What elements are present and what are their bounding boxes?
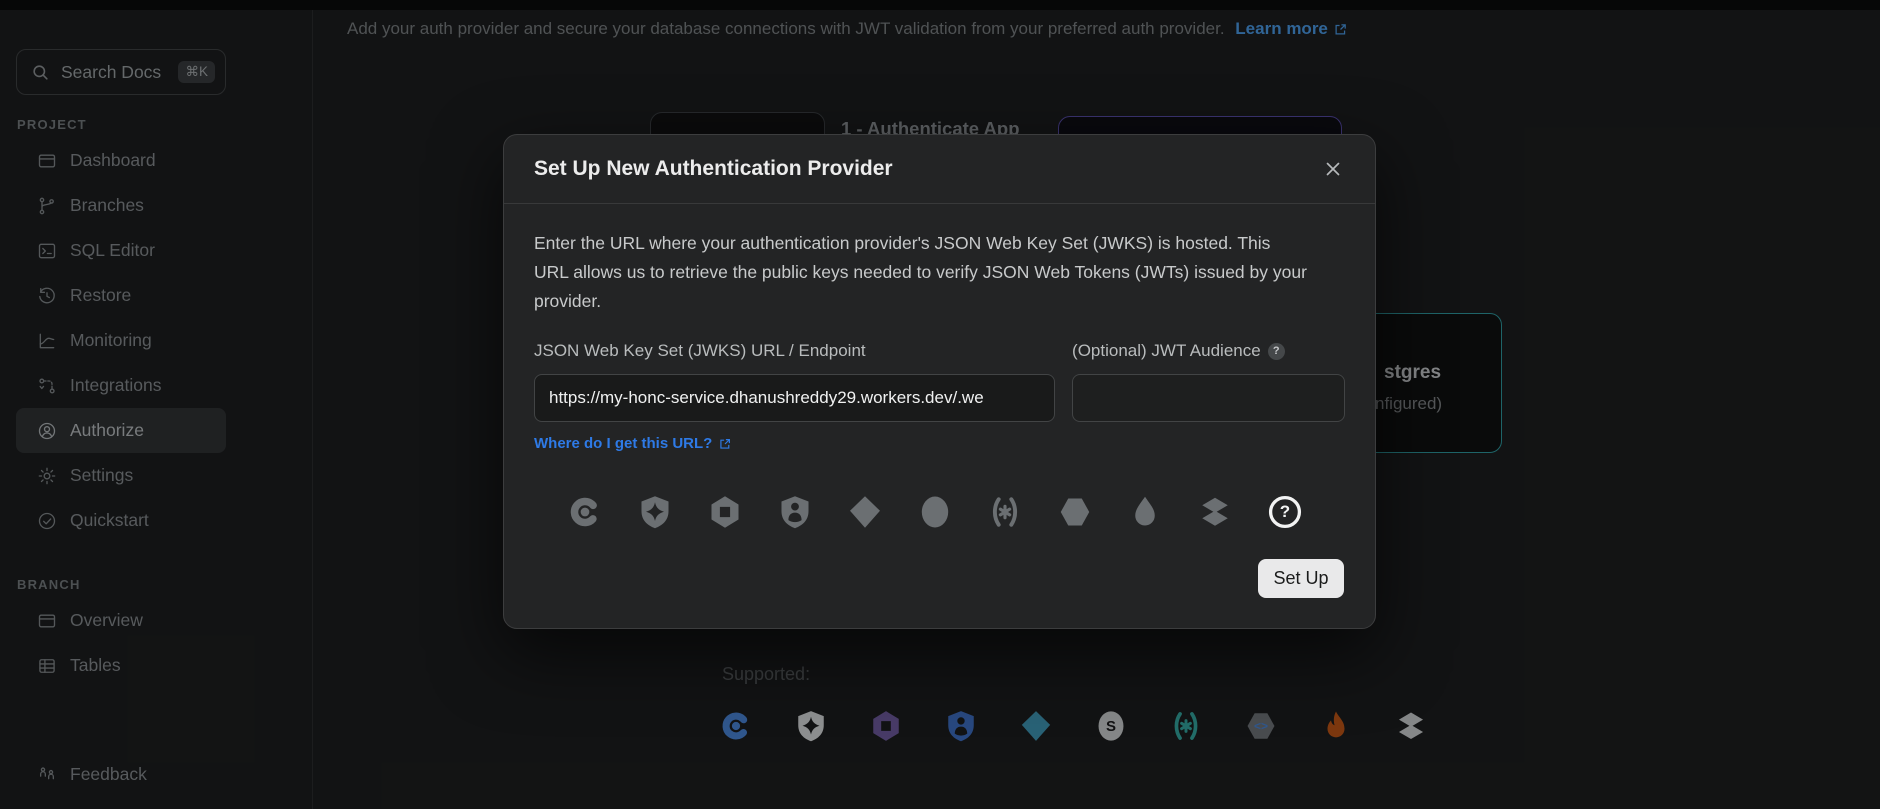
close-icon[interactable] [1321, 157, 1345, 181]
setup-auth-provider-modal: Set Up New Authentication Provider Enter… [503, 134, 1376, 629]
form-row: JSON Web Key Set (JWKS) URL / Endpoint (… [534, 341, 1345, 422]
provider-brackets-asterisk-icon[interactable] [987, 494, 1023, 530]
modal-description: Enter the URL where your authentication … [534, 229, 1309, 316]
provider-clerk-icon[interactable] [567, 494, 603, 530]
where-url-link[interactable]: Where do I get this URL? [534, 435, 732, 452]
jwks-field-group: JSON Web Key Set (JWKS) URL / Endpoint [534, 341, 1055, 422]
provider-shield-user-icon[interactable] [777, 494, 813, 530]
jwt-audience-label-text: (Optional) JWT Audience [1072, 341, 1261, 361]
provider-custom-help-icon[interactable]: ? [1267, 494, 1303, 530]
url-help-row: Where do I get this URL? [534, 435, 1345, 452]
modal-title: Set Up New Authentication Provider [534, 157, 893, 181]
modal-footer: Set Up [1258, 559, 1344, 598]
provider-shield-star-icon[interactable] [637, 494, 673, 530]
provider-hexagon-icon[interactable] [1057, 494, 1093, 530]
provider-circle-icon[interactable] [917, 494, 953, 530]
provider-hexagon-badge-icon[interactable] [707, 494, 743, 530]
provider-droplet-icon[interactable] [1127, 494, 1163, 530]
modal-body: Enter the URL where your authentication … [504, 204, 1375, 530]
provider-stytch-layers-icon[interactable] [1197, 494, 1233, 530]
jwks-url-label: JSON Web Key Set (JWKS) URL / Endpoint [534, 341, 1055, 361]
external-link-icon [718, 437, 732, 451]
modal-header: Set Up New Authentication Provider [504, 135, 1375, 204]
help-icon[interactable]: ? [1268, 343, 1285, 360]
jwt-audience-label: (Optional) JWT Audience ? [1072, 341, 1345, 361]
jwks-url-input[interactable] [534, 374, 1055, 422]
provider-diamond-icon[interactable] [847, 494, 883, 530]
where-url-label: Where do I get this URL? [534, 435, 712, 452]
audience-field-group: (Optional) JWT Audience ? [1072, 341, 1345, 422]
provider-glyph: ? [1267, 494, 1303, 530]
provider-selector-row: ? [534, 494, 1345, 530]
set-up-button[interactable]: Set Up [1258, 559, 1344, 598]
jwt-audience-input[interactable] [1072, 374, 1345, 422]
